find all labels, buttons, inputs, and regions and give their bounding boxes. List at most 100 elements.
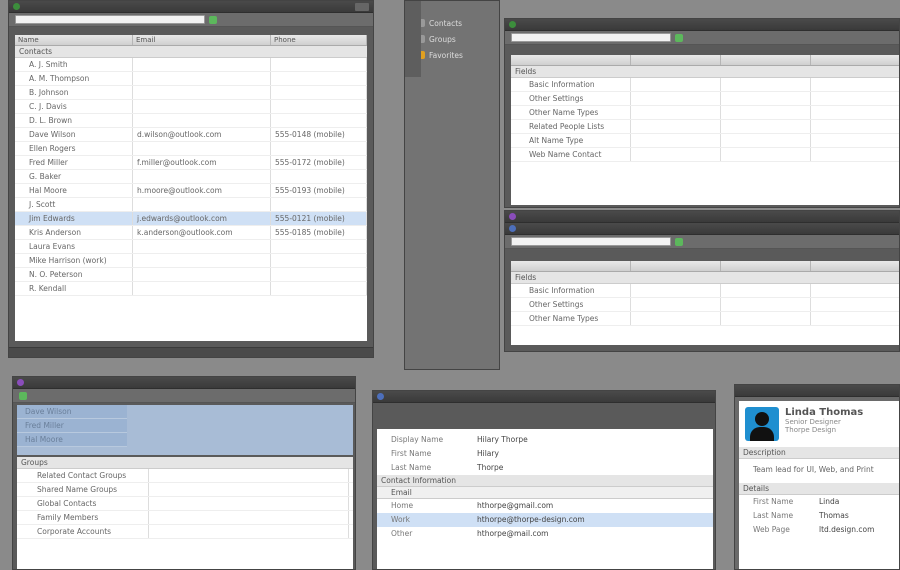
column-header[interactable] [631, 261, 721, 271]
section-header[interactable]: Details [739, 483, 899, 495]
detail-row[interactable]: First Name Linda [739, 495, 899, 509]
search-input[interactable] [511, 33, 671, 42]
field-cell[interactable] [631, 134, 721, 147]
table-row[interactable]: Shared Name Groups [17, 483, 353, 497]
group-cell[interactable] [149, 525, 349, 538]
email-row[interactable]: Other hthorpe@mail.com [377, 527, 713, 541]
section-header[interactable]: Contact Information [377, 475, 713, 487]
field-cell[interactable] [631, 78, 721, 91]
column-header-phone[interactable]: Phone [271, 35, 367, 45]
selected-contact[interactable]: Hal Moore [17, 433, 127, 447]
group-cell[interactable] [149, 483, 349, 496]
nav-scrollbar[interactable] [405, 1, 421, 77]
field-cell[interactable] [721, 92, 811, 105]
table-row[interactable]: Hal Moore h.moore@outlook.com 555-0193 (mo… [15, 184, 367, 198]
table-row[interactable]: Other Name Types [511, 106, 899, 120]
column-header[interactable] [721, 261, 811, 271]
field-cell[interactable] [721, 284, 811, 297]
email-row[interactable]: Work hthorpe@thorpe-design.com [377, 513, 713, 527]
table-row[interactable]: Basic Information [511, 78, 899, 92]
field-cell[interactable] [721, 78, 811, 91]
table-row[interactable]: R. Kendall [15, 282, 367, 296]
detail-row[interactable]: Last Name Thomas [739, 509, 899, 523]
subsection-header[interactable]: Email [377, 487, 713, 499]
column-header[interactable] [511, 261, 631, 271]
field-cell[interactable] [631, 120, 721, 133]
table-row[interactable]: Family Members [17, 511, 353, 525]
field-cell[interactable] [721, 148, 811, 161]
table-row[interactable]: C. J. Davis [15, 100, 367, 114]
field-cell[interactable] [631, 92, 721, 105]
table-row[interactable]: Fred Miller f.miller@outlook.com 555-0172 … [15, 156, 367, 170]
table-row[interactable]: Corporate Accounts [17, 525, 353, 539]
table-row[interactable]: Other Name Types [511, 312, 899, 326]
field-cell[interactable] [631, 148, 721, 161]
table-row[interactable]: A. J. Smith [15, 58, 367, 72]
column-header[interactable] [631, 55, 721, 65]
column-header-name[interactable]: Name [15, 35, 133, 45]
table-row[interactable]: Related People Lists [511, 120, 899, 134]
table-row[interactable]: Global Contacts [17, 497, 353, 511]
section-header[interactable]: Description [739, 447, 899, 459]
table-row[interactable]: Kris Anderson k.anderson@outlook.com 555-0… [15, 226, 367, 240]
table-row[interactable]: Alt Name Type [511, 134, 899, 148]
table-row[interactable]: G. Baker [15, 170, 367, 184]
detail-row[interactable]: First Name Hilary [377, 447, 713, 461]
table-row[interactable]: Basic Information [511, 284, 899, 298]
field-cell[interactable] [631, 284, 721, 297]
field-cell[interactable] [811, 148, 899, 161]
field-cell[interactable] [811, 284, 899, 297]
column-header[interactable] [721, 55, 811, 65]
column-header-email[interactable]: Email [133, 35, 271, 45]
group-cell[interactable] [149, 469, 349, 482]
group-row[interactable]: Contacts [15, 46, 367, 58]
table-row[interactable]: Ellen Rogers [15, 142, 367, 156]
field-cell[interactable] [631, 298, 721, 311]
field-cell[interactable] [721, 120, 811, 133]
field-cell[interactable] [811, 120, 899, 133]
table-row[interactable]: Laura Evans [15, 240, 367, 254]
table-row[interactable]: Mike Harrison (work) [15, 254, 367, 268]
avatar[interactable] [745, 407, 779, 441]
search-button[interactable] [675, 237, 683, 246]
group-cell[interactable] [149, 497, 349, 510]
table-row[interactable]: J. Scott [15, 198, 367, 212]
field-cell[interactable] [811, 92, 899, 105]
group-row[interactable]: Fields [511, 66, 899, 78]
group-row[interactable]: Fields [511, 272, 899, 284]
search-button[interactable] [19, 391, 27, 400]
column-header[interactable] [811, 261, 899, 271]
search-input[interactable] [511, 237, 671, 246]
table-row[interactable]: Web Name Contact [511, 148, 899, 162]
field-cell[interactable] [811, 106, 899, 119]
table-row[interactable]: N. O. Peterson [15, 268, 367, 282]
table-row[interactable]: B. Johnson [15, 86, 367, 100]
table-row[interactable]: A. M. Thompson [15, 72, 367, 86]
field-cell[interactable] [721, 134, 811, 147]
email-row[interactable]: Home hthorpe@gmail.com [377, 499, 713, 513]
column-header[interactable] [511, 55, 631, 65]
table-row[interactable]: D. L. Brown [15, 114, 367, 128]
column-header[interactable] [811, 55, 899, 65]
close-button[interactable] [355, 2, 369, 11]
table-row[interactable]: Other Settings [511, 92, 899, 106]
field-cell[interactable] [631, 106, 721, 119]
field-cell[interactable] [811, 312, 899, 325]
table-row[interactable]: Related Contact Groups [17, 469, 353, 483]
field-cell[interactable] [811, 298, 899, 311]
table-row[interactable]: Other Settings [511, 298, 899, 312]
detail-row[interactable]: Display Name Hilary Thorpe [377, 433, 713, 447]
field-cell[interactable] [721, 312, 811, 325]
table-row[interactable]: Jim Edwards j.edwards@outlook.com 555-0121… [15, 212, 367, 226]
search-button[interactable] [675, 33, 683, 42]
search-button[interactable] [209, 15, 217, 24]
detail-row[interactable]: Last Name Thorpe [377, 461, 713, 475]
search-input[interactable] [15, 15, 205, 24]
detail-row[interactable]: Web Page ltd.design.com [739, 523, 899, 537]
field-cell[interactable] [721, 106, 811, 119]
selected-contact[interactable]: Fred Miller [17, 419, 127, 433]
field-cell[interactable] [721, 298, 811, 311]
table-row[interactable]: Dave Wilson d.wilson@outlook.com 555-0148 … [15, 128, 367, 142]
group-cell[interactable] [149, 511, 349, 524]
group-row[interactable]: Groups [17, 457, 353, 469]
